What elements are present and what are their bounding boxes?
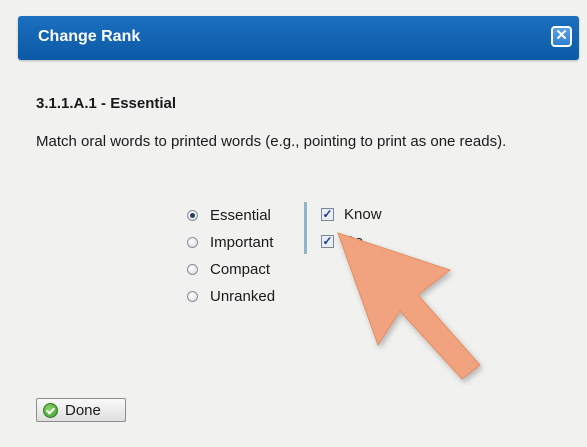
- type-option-label: Know: [344, 205, 382, 223]
- rank-option-label: Compact: [210, 260, 271, 278]
- type-option-know[interactable]: ✓ Know: [321, 204, 382, 224]
- radio-compact[interactable]: [187, 263, 198, 275]
- rank-option-label: Important: [210, 233, 274, 251]
- radio-unranked[interactable]: [187, 290, 198, 302]
- close-button[interactable]: ✕: [551, 26, 572, 47]
- rank-option-important[interactable]: Important: [187, 232, 273, 252]
- checkbox-know[interactable]: ✓: [321, 207, 334, 221]
- close-icon: ✕: [555, 27, 568, 44]
- change-rank-dialog: Change Rank ✕ 3.1.1.A.1 - Essential Matc…: [0, 0, 587, 447]
- check-circle-icon: [43, 402, 58, 418]
- standard-description: Match oral words to printed words (e.g.,…: [36, 133, 507, 150]
- done-button[interactable]: Done: [36, 398, 126, 422]
- rank-option-label: Unranked: [210, 287, 276, 305]
- options-divider: [304, 202, 307, 254]
- radio-important[interactable]: [187, 236, 198, 248]
- standard-heading: 3.1.1.A.1 - Essential: [36, 95, 177, 112]
- rank-option-essential[interactable]: Essential: [187, 205, 271, 225]
- done-label: Done: [65, 401, 101, 419]
- rank-option-unranked[interactable]: Unranked: [187, 286, 275, 306]
- dialog-titlebar: Change Rank ✕: [18, 16, 579, 60]
- arrow-pointer-icon: [337, 232, 481, 380]
- rank-option-label: Essential: [210, 206, 271, 224]
- dialog-title: Change Rank: [38, 28, 141, 45]
- radio-essential[interactable]: [187, 209, 198, 221]
- rank-option-compact[interactable]: Compact: [187, 259, 270, 279]
